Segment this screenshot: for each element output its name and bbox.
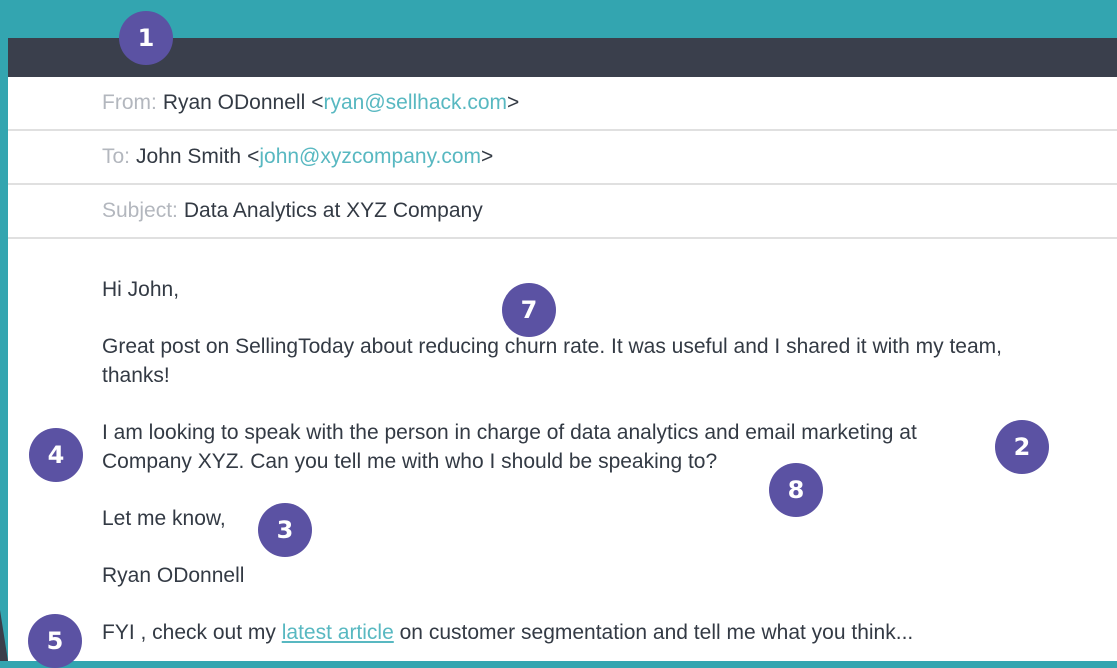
subject-row: Subject: Data Analytics at XYZ Company	[8, 185, 1117, 239]
from-name: Ryan ODonnell	[162, 91, 306, 114]
to-label: To:	[102, 145, 131, 168]
latest-article-link[interactable]: latest article	[282, 621, 394, 644]
greeting: Hi John,	[102, 278, 180, 301]
ps-text-before: FYI , check out my	[102, 621, 276, 644]
ps-line: FYI , check out my latest article on cus…	[102, 618, 1012, 647]
to-close-bracket: >	[481, 145, 494, 168]
email-titlebar	[8, 38, 1117, 77]
badge-1: 1	[119, 11, 173, 65]
to-row: To: John Smith < john@xyzcompany.com >	[8, 131, 1117, 185]
from-row: From: Ryan ODonnell < ryan@sellhack.com >	[8, 77, 1117, 131]
closing-line: Let me know,	[102, 507, 226, 530]
badge-2: 2	[995, 420, 1049, 474]
subject-text: Data Analytics at XYZ Company	[183, 199, 483, 222]
signature: Ryan ODonnell	[102, 564, 245, 587]
to-email-link[interactable]: john@xyzcompany.com	[259, 145, 481, 169]
paragraph-intro: Great post on SellingToday about reducin…	[102, 335, 1002, 387]
badge-4: 4	[29, 428, 83, 482]
badge-3: 3	[258, 503, 312, 557]
email-window: From: Ryan ODonnell < ryan@sellhack.com > …	[8, 38, 1117, 661]
ps-text-after: on customer segmentation and tell me wha…	[399, 621, 914, 644]
from-email-link[interactable]: ryan@sellhack.com	[324, 91, 508, 115]
to-name: John Smith	[136, 145, 242, 168]
to-open-bracket: <	[247, 145, 260, 168]
badge-5: 5	[28, 614, 82, 668]
badge-7: 7	[502, 283, 556, 337]
corner-shadow	[0, 610, 8, 661]
badge-8: 8	[769, 463, 823, 517]
subject-label: Subject:	[102, 199, 178, 222]
paragraph-request: I am looking to speak with the person in…	[102, 421, 917, 473]
from-close-bracket: >	[507, 91, 520, 114]
from-label: From:	[102, 91, 157, 114]
from-open-bracket: <	[311, 91, 324, 114]
